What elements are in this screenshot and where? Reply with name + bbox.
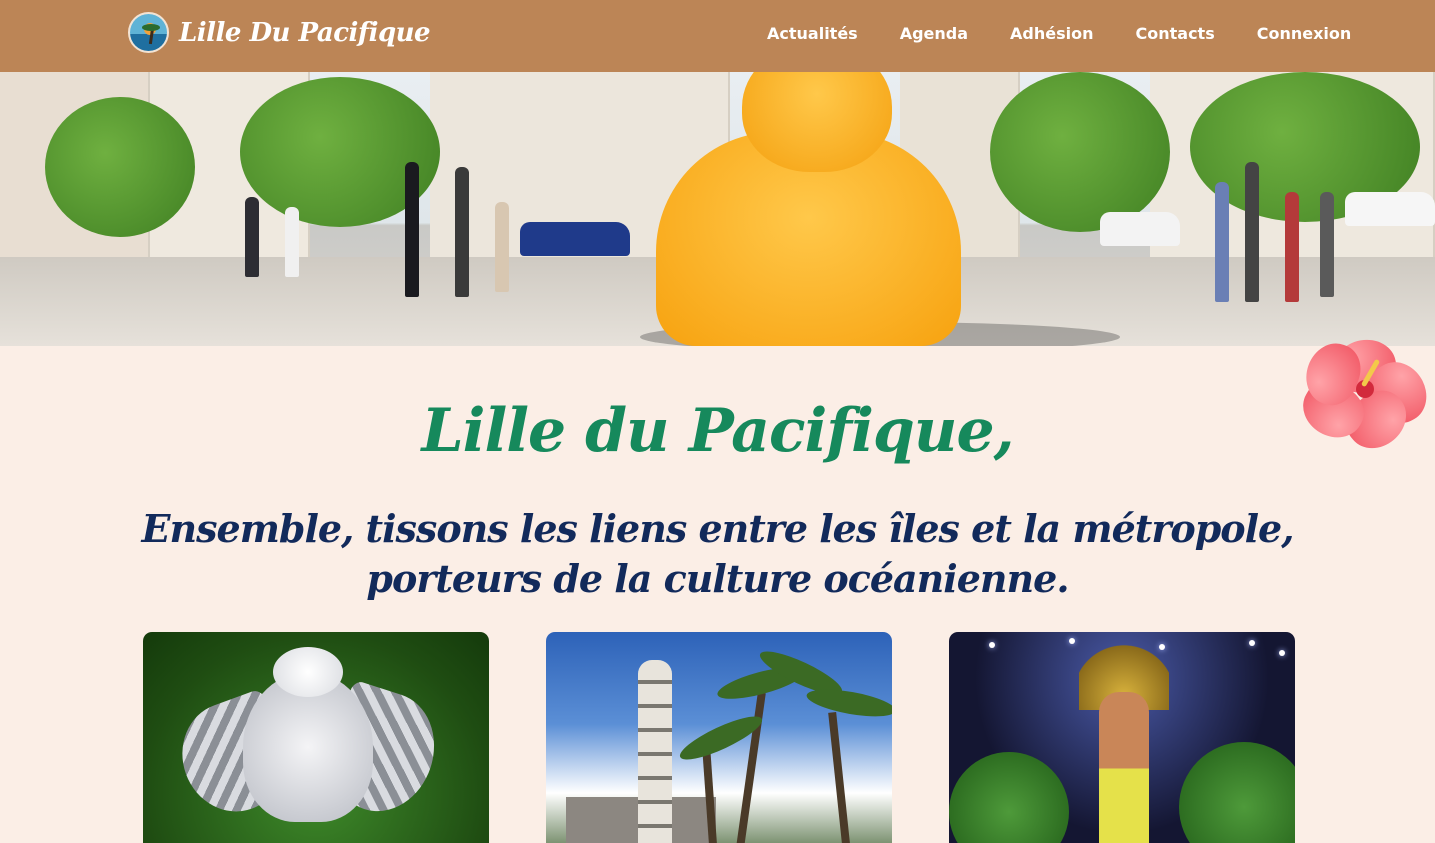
nav-item-adhesion[interactable]: Adhésion [1010,24,1093,43]
hero-banner-image [0,72,1435,346]
main-nav: Actualités Agenda Adhésion Contacts Conn… [767,24,1351,43]
church-tower-icon [638,660,672,843]
site-header: Lille Du Pacifique Actualités Agenda Adh… [0,0,1435,72]
page-title: Lille du Pacifique, [421,396,1014,466]
nav-item-contacts[interactable]: Contacts [1136,24,1215,43]
brand-home-link[interactable]: Lille Du Pacifique [128,12,431,53]
subtitle-line-1: Ensemble, tissons les liens entre les îl… [141,506,1295,551]
page-subtitle: Ensemble, tissons les liens entre les îl… [0,504,1435,604]
card-polynesian-dance[interactable] [949,632,1295,843]
nav-item-agenda[interactable]: Agenda [900,24,968,43]
site-name: Lille Du Pacifique [179,17,431,48]
nav-item-actualites[interactable]: Actualités [767,24,858,43]
subtitle-line-2: porteurs de la culture océanienne. [366,556,1069,601]
dancer-figure-icon [1099,692,1149,843]
card-kagu-bird[interactable] [143,632,489,843]
card-church-palms[interactable] [546,632,892,843]
site-logo-icon [128,12,169,53]
nav-item-connexion[interactable]: Connexion [1257,24,1352,43]
